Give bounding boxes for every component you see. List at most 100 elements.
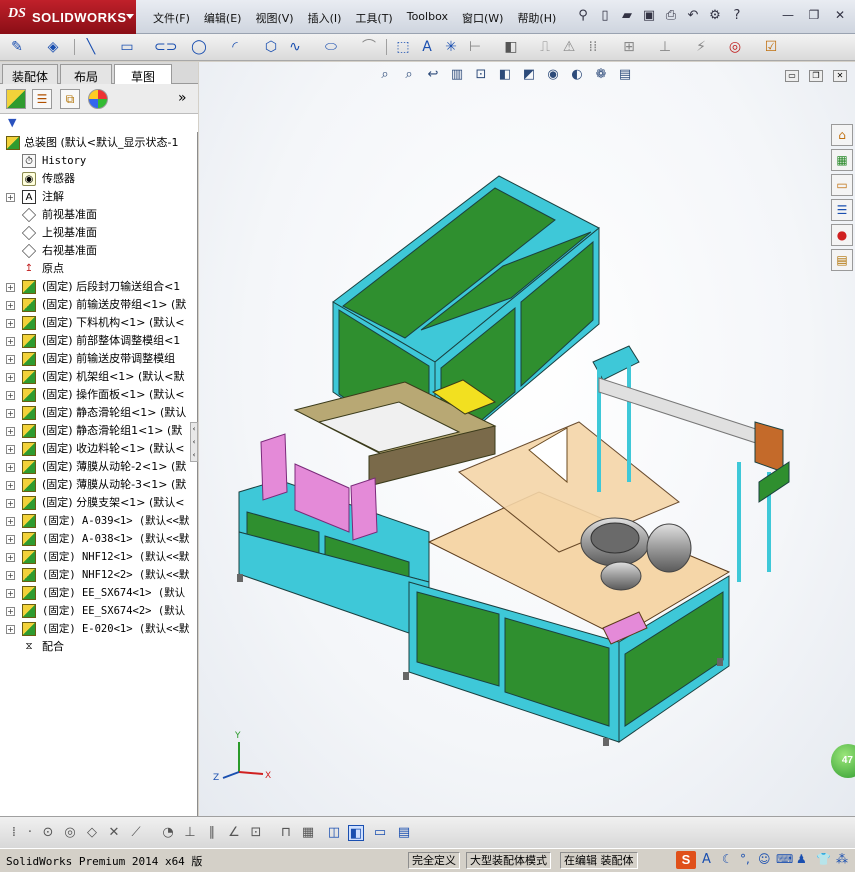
expand-toggle-icon[interactable]: + [6,625,15,634]
ime-moon-icon[interactable]: ☾ [722,852,733,866]
menu-tools[interactable]: 工具(T) [348,10,399,26]
tab-sketch[interactable]: 草图 [114,64,172,85]
snap-tangent-icon[interactable]: ◔ [160,825,176,841]
trim-icon[interactable]: ⊢ [466,38,484,56]
solidworks-logo[interactable]: DS SOLIDWORKS [0,0,136,34]
arc-icon[interactable]: ◜ [226,38,244,56]
tree-item[interactable]: 前视基准面 [0,206,198,224]
tree-item[interactable]: ◉ 传感器 [0,170,198,188]
snap-quadrant-icon[interactable]: ◇ [84,825,100,841]
shaded-edges-icon[interactable]: ◧ [348,825,364,841]
tree-item[interactable]: ⧖ 配合 [0,638,198,656]
save-icon[interactable]: ▣ [640,7,658,25]
snap-nearest-icon[interactable]: ⟋ [128,825,144,841]
tree-item[interactable]: + (固定) 前输送皮带组<1> (默 [0,296,198,314]
tree-item[interactable]: + (固定) 收边料轮<1> (默认< [0,440,198,458]
expand-toggle-icon[interactable]: + [6,301,15,310]
expand-toggle-icon[interactable]: + [6,355,15,364]
tree-item[interactable]: + (固定) A-039<1> (默认<<默 [0,512,198,530]
menu-window[interactable]: 窗口(W) [455,10,510,26]
menu-help[interactable]: 帮助(H) [510,10,563,26]
tree-item[interactable]: + A 注解 [0,188,198,206]
tab-layout[interactable]: 布局 [60,64,112,84]
expand-toggle-icon[interactable]: + [6,319,15,328]
pattern-icon[interactable]: ⁞⁞ [584,38,602,56]
tree-item[interactable]: + (固定) 后段封刀输送组合<1 [0,278,198,296]
expand-toggle-icon[interactable]: + [6,517,15,526]
expand-toggle-icon[interactable]: + [6,571,15,580]
tree-item[interactable]: + (固定) 薄膜从动轮-2<1> (默 [0,458,198,476]
menu-file[interactable]: 文件(F) [146,10,197,26]
repair-sketch-icon[interactable]: ⚡ [692,38,710,56]
tree-item[interactable]: + (固定) NHF12<2> (默认<<默 [0,566,198,584]
quick-snaps-icon[interactable]: ◎ [726,38,744,56]
tree-item[interactable]: + (固定) 机架组<1> (默认<默 [0,368,198,386]
snap-perpendicular-icon[interactable]: ⊥ [182,825,198,841]
rectangle-icon[interactable]: ▭ [118,38,136,56]
tree-item[interactable]: + (固定) 静态滑轮组<1> (默认 [0,404,198,422]
smart-dimension-icon[interactable]: ◈ [44,38,62,56]
expand-toggle-icon[interactable]: + [6,445,15,454]
tree-item[interactable]: + (固定) EE_SX674<2> (默认 [0,602,198,620]
menu-insert[interactable]: 插入(I) [301,10,349,26]
expand-toggle-icon[interactable]: + [6,409,15,418]
snap-point-icon[interactable]: · [22,825,38,841]
expand-toggle-icon[interactable]: + [6,283,15,292]
property-manager-tab-icon[interactable]: ☰ [32,89,52,109]
grid-icon[interactable]: ▦ [300,825,316,841]
tree-root[interactable]: 总装图 (默认<默认_显示状态-1 [0,134,198,152]
snap-center-icon[interactable]: ⊙ [40,825,56,841]
snap-parallel-icon[interactable]: ∥ [204,825,220,841]
shaded-icon[interactable]: ◫ [326,825,342,841]
configuration-manager-tab-icon[interactable]: ⧉ [60,89,80,109]
circle-icon[interactable]: ◯ [190,38,208,56]
expand-toggle-icon[interactable]: + [6,481,15,490]
expand-toggle-icon[interactable]: + [6,607,15,616]
spline-icon[interactable]: ∿ [286,38,304,56]
machine-model[interactable]: Y X Z [199,62,855,816]
close-icon[interactable]: ✕ [831,8,849,22]
hidden-lines-icon[interactable]: ▤ [396,825,412,841]
expand-chevron-icon[interactable]: » [178,90,187,106]
polygon-icon[interactable]: ⬡ [262,38,280,56]
undo-icon[interactable]: ↶ [684,7,702,25]
text-icon[interactable]: A [418,38,436,56]
ime-mode-icon[interactable]: A [702,852,711,867]
menu-edit[interactable]: 编辑(E) [197,10,249,26]
filter-icon[interactable]: ▼ [8,116,16,129]
tree-item[interactable]: + (固定) EE_SX674<1> (默认 [0,584,198,602]
wireframe-icon[interactable]: ▭ [372,825,388,841]
tree-item[interactable]: + (固定) 分膜支架<1> (默认< [0,494,198,512]
fillet-icon[interactable]: ⌒ [360,38,378,56]
expand-toggle-icon[interactable]: + [6,499,15,508]
slot-icon[interactable]: ⊂⊃ [154,38,177,56]
mirror-icon[interactable]: ⚠ [560,38,578,56]
expand-toggle-icon[interactable]: + [6,391,15,400]
expand-toggle-icon[interactable]: + [6,535,15,544]
convert-entities-icon[interactable]: ◧ [502,38,520,56]
point-icon[interactable]: ✳ [442,38,460,56]
snap-circle-icon[interactable]: ◎ [62,825,78,841]
expand-toggle-icon[interactable]: + [6,553,15,562]
move-entities-icon[interactable]: ⊞ [620,38,638,56]
help-icon[interactable]: ? [728,7,746,25]
tree-filter[interactable]: ▼ [0,114,198,132]
new-document-icon[interactable]: ▯ [596,7,614,25]
snap-intersection-icon[interactable]: ✕ [106,825,122,841]
pin-icon[interactable]: ⚲ [574,7,592,25]
construction-geometry-icon[interactable]: ⬚ [394,38,412,56]
tree-item[interactable]: + (固定) 静态滑轮组1<1> (默 [0,422,198,440]
reference-triad[interactable]: Y X Z [213,731,271,783]
display-manager-tab-icon[interactable] [88,89,108,109]
ime-user-icon[interactable]: ♟ [796,852,807,866]
graphics-area[interactable]: ⌕ ⌕ ↩ ▥ ⊡ ◧ ◩ ◉ ◐ ❁ ▤ ▭ ❐ ✕ ⌂ ▦ ▭ ☰ ● ▤ [199,62,855,816]
tree-item[interactable]: + (固定) 前输送皮带调整模组 [0,350,198,368]
feature-manager-tab-icon[interactable] [6,89,26,109]
restore-icon[interactable]: ❐ [805,8,823,22]
ime-tools-icon[interactable]: ⁂ [836,852,848,866]
expand-toggle-icon[interactable]: + [6,193,15,202]
tree-item[interactable]: + (固定) E-020<1> (默认<<默 [0,620,198,638]
minimize-icon[interactable]: — [779,8,797,22]
tree-item[interactable]: 上视基准面 [0,224,198,242]
print-icon[interactable]: ⎙ [662,7,680,25]
